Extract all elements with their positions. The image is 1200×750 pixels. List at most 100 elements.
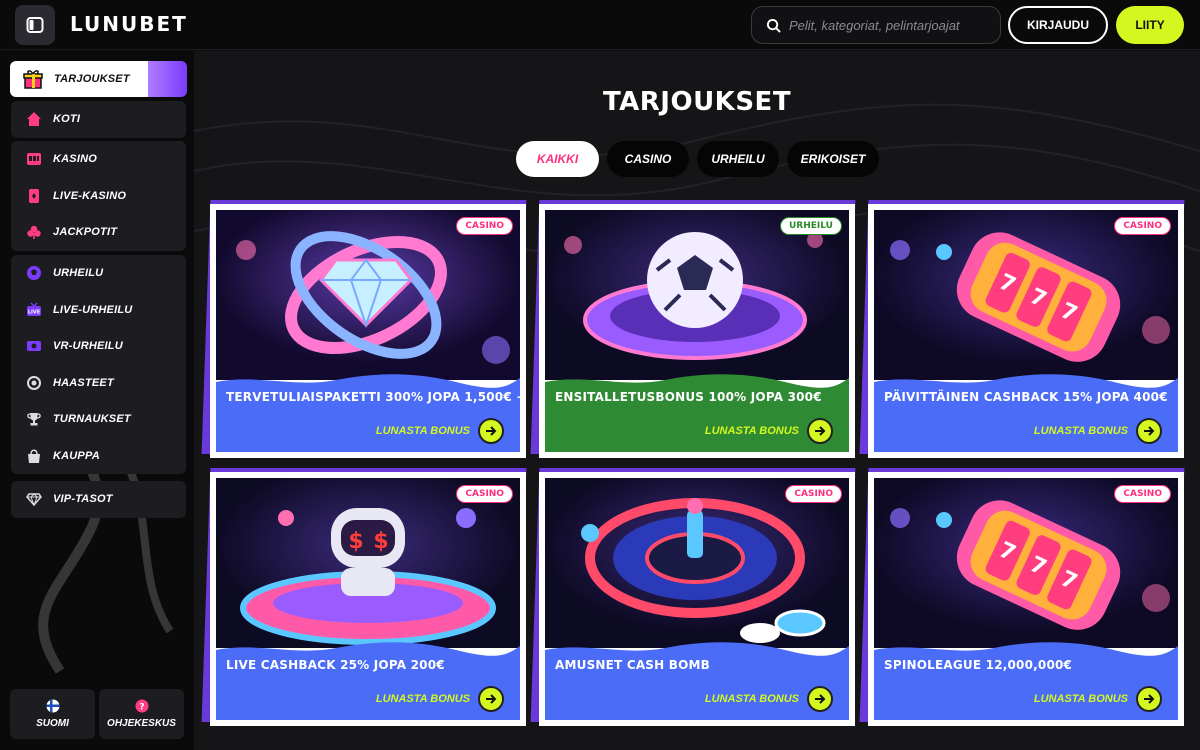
claim-bonus-button[interactable]: LUNASTA BONUS: [705, 418, 833, 444]
home-icon: [25, 110, 43, 128]
page-title: TARJOUKSET: [602, 87, 792, 117]
search-input[interactable]: [789, 17, 989, 33]
promotion-title: SPINOLEAGUE 12,000,000€: [884, 658, 1073, 672]
svg-text:$: $: [373, 529, 388, 554]
promotion-card[interactable]: 7 7 7 CASINO SPINOLEAGUE 12,000,000€ LUNASTA …: [868, 472, 1184, 726]
arrow-right-icon: [478, 686, 504, 712]
promotion-title: ENSITALLETUSBONUS 100% JOPA 300€: [555, 390, 822, 404]
football-icon: [25, 264, 43, 282]
sidebar-item-haasteet[interactable]: HAASTEET: [11, 365, 186, 402]
cards-icon: [25, 187, 43, 205]
promotion-card[interactable]: CASINO AMUSNET CASH BOMB LUNASTA BONUS: [539, 472, 855, 726]
sidebar-item-jackpotit[interactable]: JACKPOTIT: [11, 214, 186, 251]
clover-icon: [25, 223, 43, 241]
sidebar-item-vr-urheilu[interactable]: VR-URHEILU: [11, 328, 186, 365]
claim-bonus-label: LUNASTA BONUS: [1033, 425, 1128, 437]
sidebar-item-label: LIVE-KASINO: [53, 189, 127, 202]
claim-bonus-label: LUNASTA BONUS: [704, 693, 799, 705]
category-badge: URHEILU: [780, 217, 842, 235]
claim-bonus-button[interactable]: LUNASTA BONUS: [376, 418, 504, 444]
help-icon: ?: [135, 699, 148, 713]
target-icon: [25, 374, 43, 392]
sidebar-item-label: URHEILU: [53, 267, 104, 280]
claim-bonus-button[interactable]: LUNASTA BONUS: [1034, 686, 1162, 712]
tab-urheilu[interactable]: URHEILU: [697, 141, 779, 177]
lunubet-logo[interactable]: LUNUBET: [70, 12, 188, 36]
arrow-right-icon: [807, 686, 833, 712]
search-box[interactable]: [751, 6, 1001, 44]
sidebar-item-label: KASINO: [53, 153, 97, 166]
promotion-title: AMUSNET CASH BOMB: [555, 658, 711, 672]
sidebar: TARJOUKSET KOTI KASINO LIVE-KASINO JACKP…: [0, 51, 194, 750]
promotion-card[interactable]: URHEILU ENSITALLETUSBONUS 100% JOPA 300€ L…: [539, 204, 855, 458]
claim-bonus-label: LUNASTA BONUS: [1033, 693, 1128, 705]
promotion-card[interactable]: $ $ CASINO LIVE CASHBACK 25% JOPA 200€ LUNAS…: [210, 472, 526, 726]
claim-bonus-label: LUNASTA BONUS: [375, 425, 470, 437]
sidebar-item-label: HAASTEET: [53, 376, 114, 389]
sidebar-item-label: KOTI: [53, 113, 81, 126]
slot-icon: [25, 150, 43, 168]
sidebar-group-casino: KASINO LIVE-KASINO JACKPOTIT: [11, 141, 186, 251]
claim-bonus-button[interactable]: LUNASTA BONUS: [705, 686, 833, 712]
card-inner: 7 7 7 CASINO SPINOLEAGUE 12,000,000€ LUNASTA …: [874, 478, 1178, 720]
card-inner: CASINO TERVETULIAISPAKETTI 300% JOPA 1,50…: [216, 210, 520, 452]
login-button[interactable]: KIRJAUDU: [1008, 6, 1108, 44]
sidebar-item-turnaukset[interactable]: TURNAUKSET: [11, 401, 186, 438]
sidebar-item-kasino[interactable]: KASINO: [11, 141, 186, 178]
promotion-art: 777: [874, 478, 1178, 648]
sidebar-item-label: VIP-TASOT: [53, 493, 113, 506]
sidebar-item-label: VR-URHEILU: [53, 340, 123, 353]
sidebar-item-label: LIVE-URHEILU: [53, 303, 133, 316]
claim-bonus-label: LUNASTA BONUS: [704, 425, 799, 437]
svg-text:LIVE: LIVE: [28, 309, 41, 315]
shop-bag-icon: [25, 447, 43, 465]
arrow-right-icon: [1136, 418, 1162, 444]
promotion-art: $ $: [216, 478, 520, 648]
diamond-icon: [25, 490, 43, 508]
svg-text:?: ?: [139, 703, 144, 713]
sidebar-item-vip-tasot[interactable]: VIP-TASOT: [11, 481, 186, 518]
sidebar-item-urheilu[interactable]: URHEILU: [11, 255, 186, 292]
arrow-right-icon: [478, 418, 504, 444]
claim-bonus-button[interactable]: LUNASTA BONUS: [376, 686, 504, 712]
promotion-title: PÄIVITTÄINEN CASHBACK 15% JOPA 400€: [884, 390, 1168, 404]
card-inner: URHEILU ENSITALLETUSBONUS 100% JOPA 300€ L…: [545, 210, 849, 452]
sidebar-item-live-urheilu[interactable]: LIVE LIVE-URHEILU: [11, 292, 186, 329]
sidebar-item-kauppa[interactable]: KAUPPA: [11, 438, 186, 475]
top-header: LUNUBET KIRJAUDU LIITY: [0, 0, 1200, 50]
claim-bonus-button[interactable]: LUNASTA BONUS: [1034, 418, 1162, 444]
promotion-card[interactable]: CASINO TERVETULIAISPAKETTI 300% JOPA 1,50…: [210, 204, 526, 458]
help-center-button[interactable]: ? OHJEKESKUS: [99, 689, 184, 739]
join-button[interactable]: LIITY: [1116, 6, 1184, 44]
sidebar-item-tarjoukset[interactable]: TARJOUKSET: [10, 61, 187, 97]
sidebar-item-live-kasino[interactable]: LIVE-KASINO: [11, 178, 186, 215]
promotion-card[interactable]: 7 7 7 CASINO PÄIVITTÄINEN CASHBACK 15% JOPA …: [868, 204, 1184, 458]
vr-icon: [25, 337, 43, 355]
tab-kaikki[interactable]: KAIKKI: [516, 141, 599, 177]
live-tv-icon: LIVE: [25, 301, 43, 319]
promotion-title: TERVETULIAISPAKETTI 300% JOPA 1,500€ + 3…: [226, 390, 520, 404]
help-center-label: OHJEKESKUS: [107, 718, 176, 729]
tab-casino[interactable]: CASINO: [607, 141, 689, 177]
card-inner: 7 7 7 CASINO PÄIVITTÄINEN CASHBACK 15% JOPA …: [874, 210, 1178, 452]
finland-flag-icon: [46, 699, 59, 713]
category-badge: CASINO: [1114, 217, 1171, 235]
tab-erikoiset[interactable]: ERIKOISET: [787, 141, 879, 177]
arrow-right-icon: [1136, 686, 1162, 712]
category-badge: CASINO: [456, 217, 513, 235]
sidebar-group-home: KOTI: [11, 101, 186, 138]
sidebar-toggle-button[interactable]: [15, 5, 55, 45]
arrow-right-icon: [807, 418, 833, 444]
category-badge: CASINO: [456, 485, 513, 503]
promotion-title: LIVE CASHBACK 25% JOPA 200€: [226, 658, 445, 672]
sidebar-footer: SUOMI ? OHJEKESKUS: [10, 689, 184, 739]
language-button[interactable]: SUOMI: [10, 689, 95, 739]
main-content: TARJOUKSET KAIKKI CASINO URHEILU ERIKOIS…: [194, 51, 1200, 750]
promotion-art: 777: [874, 210, 1178, 380]
sidebar-toggle-icon: [26, 17, 44, 33]
sidebar-item-koti[interactable]: KOTI: [11, 101, 186, 138]
sidebar-item-label: TARJOUKSET: [54, 73, 130, 85]
search-icon: [766, 18, 781, 33]
card-inner: $ $ CASINO LIVE CASHBACK 25% JOPA 200€ LUNAS…: [216, 478, 520, 720]
trophy-icon: [25, 410, 43, 428]
